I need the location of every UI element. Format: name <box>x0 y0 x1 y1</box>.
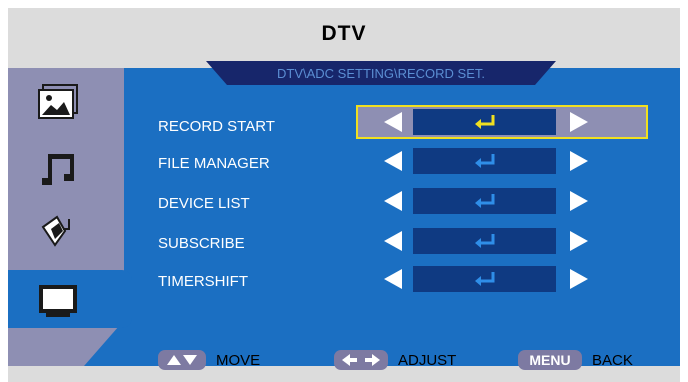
left-arrow-icon[interactable] <box>384 231 402 251</box>
record-start-control[interactable] <box>380 105 590 139</box>
page-title: DTV <box>321 22 367 45</box>
adjust-key <box>334 350 388 370</box>
back-label: BACK <box>592 351 633 369</box>
subscribe-control[interactable] <box>380 224 590 258</box>
left-arrow-icon[interactable] <box>384 112 402 132</box>
menu-label-subscribe[interactable]: SUBSCRIBE <box>158 235 245 252</box>
enter-button[interactable] <box>413 266 556 292</box>
adjust-hint: ADJUST <box>334 350 456 370</box>
breadcrumb: DTV\ADC SETTING\RECORD SET. <box>206 61 556 85</box>
picture-icon[interactable] <box>33 82 83 122</box>
enter-icon <box>474 194 494 208</box>
enter-icon <box>474 272 494 286</box>
left-arrow-icon[interactable] <box>384 151 402 171</box>
device-list-control[interactable] <box>380 184 590 218</box>
left-arrow-icon[interactable] <box>384 269 402 289</box>
menu-label-timershift[interactable]: TIMERSHIFT <box>158 273 248 290</box>
right-arrow-icon[interactable] <box>570 231 588 251</box>
left-arrow-icon[interactable] <box>384 191 402 211</box>
move-label: MOVE <box>216 351 261 369</box>
right-arrow-icon[interactable] <box>570 191 588 211</box>
timershift-control[interactable] <box>380 262 590 296</box>
back-hint: MENU BACK <box>518 350 633 370</box>
enter-button[interactable] <box>413 228 556 254</box>
right-arrow-icon[interactable] <box>570 269 588 289</box>
right-arrow-icon[interactable] <box>570 112 588 132</box>
enter-icon <box>474 234 494 248</box>
right-arrow-icon[interactable] <box>570 151 588 171</box>
up-down-arrows-icon <box>167 355 197 365</box>
menu-label-record-start[interactable]: RECORD START <box>158 118 275 135</box>
enter-button[interactable] <box>413 109 556 135</box>
menu-key: MENU <box>518 350 582 370</box>
move-hint: MOVE <box>158 350 260 370</box>
enter-button[interactable] <box>413 188 556 214</box>
enter-icon <box>474 115 494 129</box>
enter-icon <box>474 154 494 168</box>
monitor-icon[interactable] <box>33 282 83 322</box>
move-key <box>158 350 206 370</box>
adjust-label: ADJUST <box>398 351 457 369</box>
enter-button[interactable] <box>413 148 556 174</box>
music-icon[interactable] <box>33 150 83 190</box>
file-manager-control[interactable] <box>380 144 590 178</box>
left-right-arrows-icon <box>342 354 380 366</box>
pen-tool-icon[interactable] <box>33 212 83 252</box>
menu-label-file-manager[interactable]: FILE MANAGER <box>158 155 270 172</box>
menu-label-device-list[interactable]: DEVICE LIST <box>158 195 250 212</box>
